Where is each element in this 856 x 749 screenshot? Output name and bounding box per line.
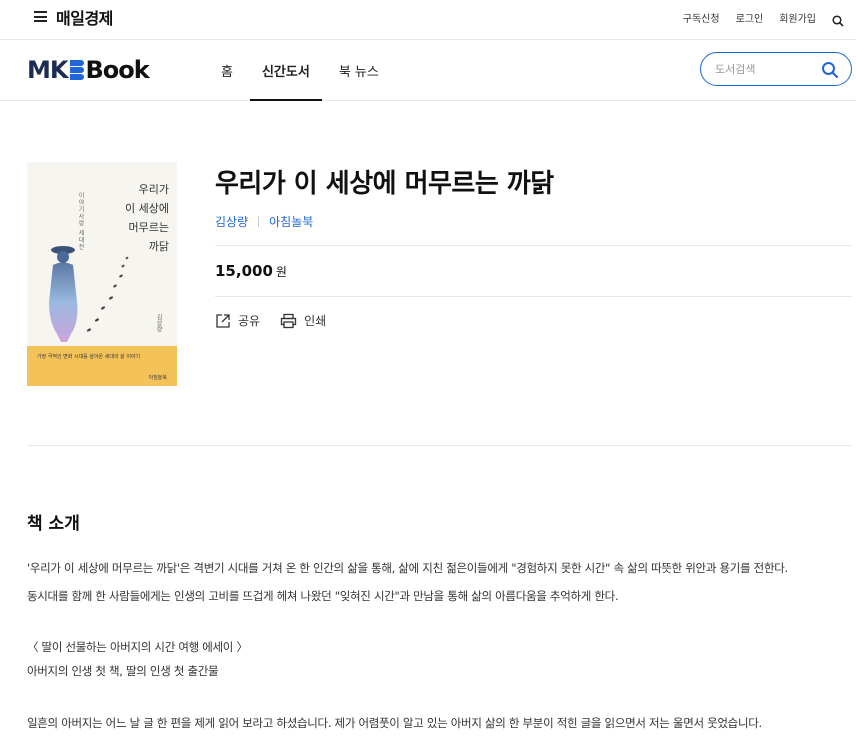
logo-mark-icon <box>70 59 85 81</box>
top-bar: 매일경제 구독신청 로그인 회원가입 <box>0 0 856 40</box>
cover-title: 우리가 이 세상에 머무르는 까닭 <box>89 180 169 256</box>
tab-book-news[interactable]: 북 뉴스 <box>327 40 391 101</box>
author-link[interactable]: 김상량 <box>215 213 248 230</box>
print-label: 인쇄 <box>304 314 327 328</box>
divider <box>215 245 852 246</box>
nav-tabs: 홈 신간도서 북 뉴스 <box>209 40 396 101</box>
book-search-box <box>700 52 852 86</box>
share-icon <box>216 313 230 328</box>
maeil-brand-logo[interactable]: 매일경제 <box>56 5 113 29</box>
book-search-input[interactable] <box>715 61 815 77</box>
tab-home[interactable]: 홈 <box>209 40 245 101</box>
cover-title-line: 우리가 <box>138 183 169 196</box>
login-link[interactable]: 로그인 <box>736 10 764 25</box>
book-cover-image[interactable]: 이야기사랑 세대전 우리가 이 세상에 머무르는 까닭 김상량 가장 극적인 변… <box>27 162 177 386</box>
cover-band: 가장 극적인 변화 시대를 살아온 세대의 삶 이야기 아침놀북 <box>27 346 177 386</box>
intro-paragraph: 〈 딸이 선물하는 아버지의 시간 여행 에세이 〉 <box>27 640 248 654</box>
book-title: 우리가 이 세상에 머무르는 까닭 <box>215 169 554 199</box>
cover-publisher: 아침놀북 <box>148 375 167 381</box>
logo-book-text: Book <box>85 56 149 84</box>
share-button[interactable]: 공유 <box>215 312 260 329</box>
divider <box>27 445 852 446</box>
share-label: 공유 <box>238 314 261 328</box>
intro-paragraph: '우리가 이 세상에 머무르는 까닭'은 격변기 시대를 거쳐 온 한 인간의 … <box>27 561 788 575</box>
price-value: 15,000 <box>215 262 273 280</box>
search-button-icon[interactable] <box>821 61 839 79</box>
signup-link[interactable]: 회원가입 <box>779 10 816 25</box>
divider <box>215 296 852 297</box>
meta-separator <box>258 216 260 227</box>
intro-paragraph: 일흔의 아버지는 어느 날 글 한 편을 제게 읽어 보라고 하셨습니다. 제가… <box>27 716 762 730</box>
cover-band-text: 가장 극적인 변화 시대를 살아온 세대의 삶 이야기 <box>37 354 141 360</box>
menu-icon[interactable] <box>34 11 47 22</box>
print-icon <box>280 313 297 328</box>
mkbook-logo[interactable]: MK Book <box>27 56 150 84</box>
cover-author: 김상량 <box>155 314 162 332</box>
intro-heading: 책 소개 <box>27 514 80 534</box>
book-meta: 김상량 아침놀북 <box>215 213 313 230</box>
print-button[interactable]: 인쇄 <box>280 312 326 329</box>
intro-paragraph: 동시대를 함께 한 사람들에게는 인생의 고비를 뜨겁게 헤쳐 나왔던 "잊혀진… <box>27 589 619 603</box>
cover-title-line: 까닭 <box>148 240 169 253</box>
search-icon[interactable] <box>832 12 844 27</box>
book-price: 15,000 원 <box>215 262 287 280</box>
top-links: 구독신청 로그인 회원가입 <box>667 10 844 27</box>
cover-title-line: 머무르는 <box>128 221 169 234</box>
cover-series-text: 이야기사랑 세대전 <box>77 192 84 251</box>
subscribe-link[interactable]: 구독신청 <box>683 10 720 25</box>
publisher-link[interactable]: 아침놀북 <box>269 213 313 230</box>
cover-title-line: 이 세상에 <box>125 202 169 215</box>
tab-new-books[interactable]: 신간도서 <box>249 40 322 101</box>
book-actions: 공유 인쇄 <box>215 312 346 329</box>
price-unit: 원 <box>275 265 287 279</box>
main-nav: MK Book 홈 신간도서 북 뉴스 <box>0 40 856 101</box>
logo-mk-text: MK <box>27 56 68 84</box>
intro-paragraph: 아버지의 인생 첫 책, 딸의 인생 첫 출간물 <box>27 664 219 678</box>
